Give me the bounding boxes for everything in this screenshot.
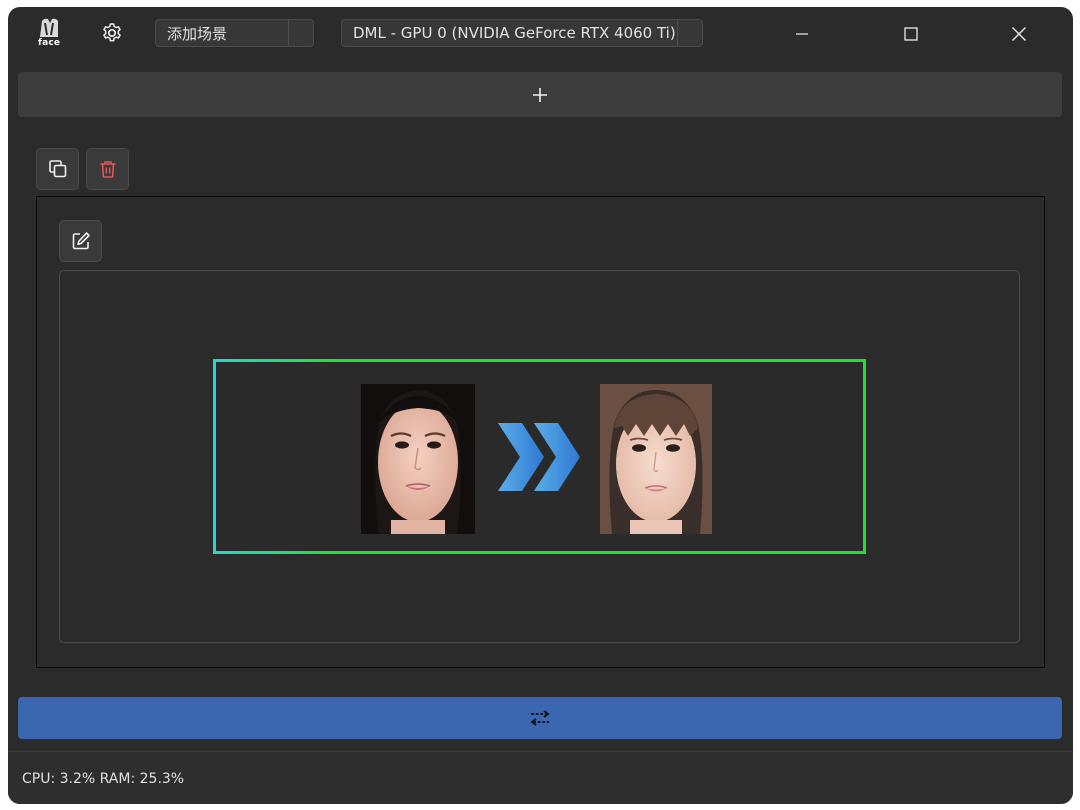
gear-icon bbox=[103, 23, 121, 42]
plus-icon bbox=[533, 87, 547, 102]
delete-scene-button[interactable] bbox=[86, 148, 129, 190]
target-face-image bbox=[600, 384, 712, 534]
logo-text: face bbox=[38, 38, 61, 48]
close-button[interactable] bbox=[999, 19, 1039, 49]
scene-select[interactable]: 添加场景 bbox=[155, 19, 314, 47]
device-select-dropdown[interactable] bbox=[677, 20, 702, 46]
source-face-image bbox=[361, 384, 475, 534]
minimize-icon bbox=[796, 33, 808, 35]
edit-icon bbox=[72, 232, 90, 250]
copy-scene-button[interactable] bbox=[36, 148, 79, 190]
maximize-button[interactable] bbox=[891, 19, 931, 49]
swap-arrows-icon bbox=[530, 710, 550, 726]
maximize-icon bbox=[904, 27, 918, 41]
settings-button[interactable] bbox=[97, 18, 127, 48]
minimize-button[interactable] bbox=[782, 19, 822, 49]
scene-select-dropdown[interactable] bbox=[288, 20, 313, 46]
close-icon bbox=[1011, 26, 1027, 42]
logo-mark-icon bbox=[40, 18, 58, 37]
add-scene-button[interactable] bbox=[18, 72, 1062, 117]
edit-scene-button[interactable] bbox=[59, 220, 102, 262]
copy-icon bbox=[48, 160, 66, 178]
app-logo: face bbox=[36, 17, 68, 51]
trash-icon bbox=[100, 161, 115, 178]
resource-usage-text: CPU: 3.2% RAM: 25.3% bbox=[22, 771, 185, 787]
double-chevron-right-icon bbox=[494, 417, 586, 497]
face-swap-preview[interactable] bbox=[213, 359, 866, 554]
device-select[interactable]: DML - GPU 0 (NVIDIA GeForce RTX 4060 Ti) bbox=[341, 19, 703, 47]
start-swap-button[interactable] bbox=[18, 697, 1062, 739]
device-select-value: DML - GPU 0 (NVIDIA GeForce RTX 4060 Ti) bbox=[353, 24, 676, 42]
scene-select-value: 添加场景 bbox=[167, 24, 228, 43]
app-window: face 添加场景 DML - GPU 0 (NVIDIA GeForce RT… bbox=[8, 7, 1073, 804]
status-bar: CPU: 3.2% RAM: 25.3% bbox=[8, 751, 1073, 804]
